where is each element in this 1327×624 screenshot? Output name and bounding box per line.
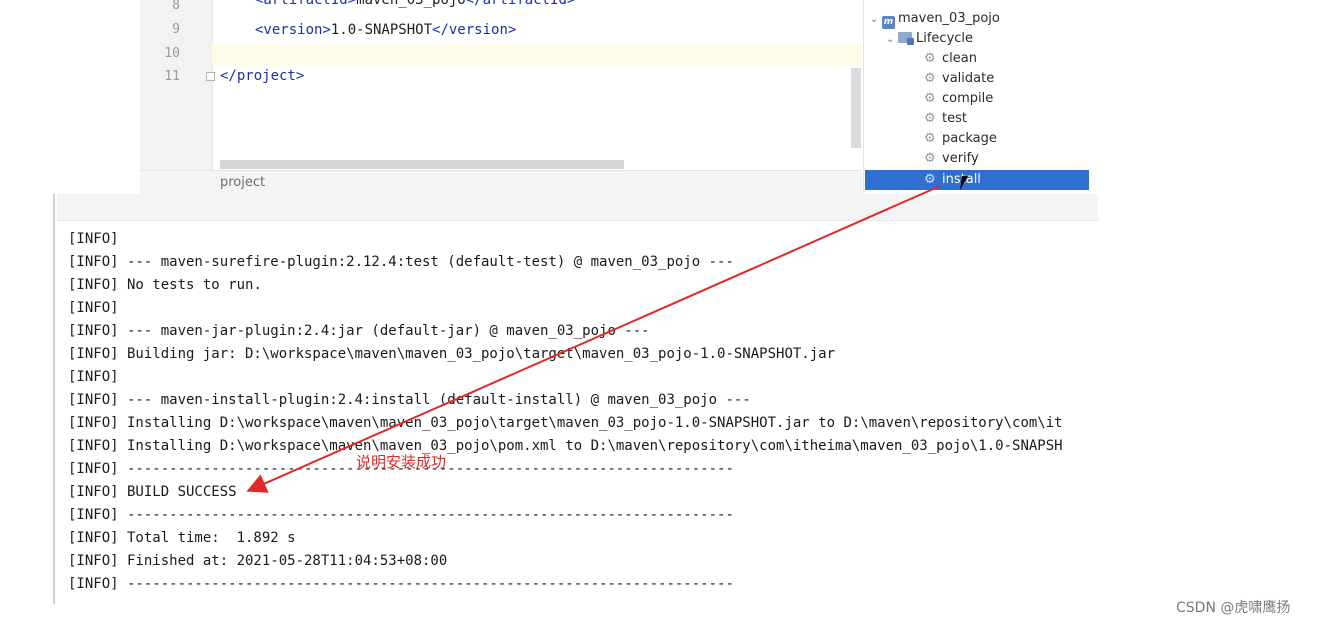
- console-line: [INFO] --- maven-jar-plugin:2.4:jar (def…: [68, 323, 650, 339]
- line-number: 8: [172, 0, 180, 13]
- maven-tool-window: ⌄ m maven_03_pojo ⌄ Lifecycle ⚙ clean ⚙ valid…: [863, 0, 1099, 194]
- gear-icon: ⚙: [924, 71, 936, 86]
- console-line: [INFO] ---------------------------------…: [68, 576, 734, 592]
- phase-label: compile: [942, 91, 994, 106]
- phase-label: clean: [942, 51, 977, 66]
- tree-item-verify[interactable]: ⚙ verify: [924, 149, 979, 169]
- gear-icon: ⚙: [924, 91, 936, 106]
- mouse-cursor-icon: [960, 176, 974, 190]
- chevron-down-icon[interactable]: ⌄: [886, 30, 898, 50]
- run-console-output[interactable]: [INFO] [INFO] --- maven-surefire-plugin:…: [55, 222, 1098, 604]
- xml-text: 1.0-SNAPSHOT: [330, 22, 433, 38]
- code-line-project-close[interactable]: </project>: [220, 68, 304, 84]
- tree-item-validate[interactable]: ⚙ validate: [924, 69, 994, 89]
- phase-label: validate: [942, 71, 995, 86]
- vertical-scrollbar[interactable]: [851, 68, 861, 148]
- console-line: [INFO]: [68, 369, 119, 385]
- tree-item-install[interactable]: ⚙ install: [865, 170, 1089, 190]
- tree-item-compile[interactable]: ⚙ compile: [924, 89, 993, 109]
- phase-label: test: [942, 111, 967, 126]
- lifecycle-label: Lifecycle: [916, 31, 974, 46]
- console-line: [INFO] No tests to run.: [68, 277, 262, 293]
- console-line: [INFO] Installing D:\workspace\maven\mav…: [68, 415, 1063, 431]
- tree-item-package[interactable]: ⚙ package: [924, 129, 997, 149]
- tree-item-project[interactable]: ⌄ m maven_03_pojo: [870, 9, 1000, 29]
- maven-project-icon: m: [882, 16, 895, 29]
- project-label: maven_03_pojo: [898, 11, 1000, 26]
- line-number: 10: [164, 46, 180, 61]
- gear-icon: ⚙: [924, 111, 936, 126]
- console-line: [INFO] --- maven-surefire-plugin:2.12.4:…: [68, 254, 734, 270]
- tree-item-clean[interactable]: ⚙ clean: [924, 49, 977, 69]
- gear-icon: ⚙: [924, 131, 936, 146]
- xml-open-tag: <version>: [255, 22, 331, 38]
- fold-icon[interactable]: [206, 72, 215, 81]
- xml-close-tag: </artifactId>: [465, 0, 576, 8]
- xml-close-tag: </version>: [432, 22, 517, 38]
- console-line: [INFO] --- maven-install-plugin:2.4:inst…: [68, 392, 751, 408]
- phase-label: package: [942, 131, 997, 146]
- annotation-label: 说明安装成功: [356, 453, 447, 471]
- console-toolbar: [57, 194, 1098, 221]
- code-line-version[interactable]: <version>1.0-SNAPSHOT</version>: [255, 22, 516, 38]
- code-editor[interactable]: 8 9 10 11 <artifactId>maven_03_pojo</art…: [140, 0, 862, 196]
- console-line: [INFO] Total time: 1.892 s: [68, 530, 296, 546]
- chevron-down-icon[interactable]: ⌄: [870, 10, 882, 30]
- console-line: [INFO]: [68, 300, 119, 316]
- horizontal-scrollbar[interactable]: [220, 160, 624, 169]
- line-number: 11: [164, 69, 180, 84]
- console-line: [INFO]: [68, 231, 119, 247]
- tree-item-lifecycle[interactable]: ⌄ Lifecycle: [886, 29, 973, 49]
- current-line-highlight: [212, 43, 862, 65]
- line-number: 9: [172, 22, 180, 37]
- console-line: [INFO] Installing D:\workspace\maven\mav…: [68, 438, 1063, 454]
- build-success-line: [INFO] BUILD SUCCESS: [68, 484, 237, 500]
- breadcrumb[interactable]: project: [220, 175, 265, 190]
- console-line: [INFO] ---------------------------------…: [68, 507, 734, 523]
- gear-icon: ⚙: [924, 51, 936, 66]
- breadcrumb-bar: project: [140, 170, 862, 195]
- xml-text: maven_03_pojo: [356, 0, 466, 8]
- console-line: [INFO] Building jar: D:\workspace\maven\…: [68, 346, 836, 362]
- gear-icon: ⚙: [924, 151, 936, 166]
- code-line-artifactid[interactable]: <artifactId>maven_03_pojo</artifactId>: [255, 0, 575, 8]
- lifecycle-folder-icon: [898, 32, 914, 45]
- phase-label: verify: [942, 151, 979, 166]
- xml-open-tag: <artifactId>: [255, 0, 357, 8]
- watermark: CSDN @虎啸鹰扬: [1176, 600, 1291, 616]
- tree-item-test[interactable]: ⚙ test: [924, 109, 967, 129]
- console-line: [INFO] Finished at: 2021-05-28T11:04:53+…: [68, 553, 448, 569]
- gear-icon: ⚙: [924, 172, 936, 187]
- xml-close-tag: </project>: [220, 68, 305, 84]
